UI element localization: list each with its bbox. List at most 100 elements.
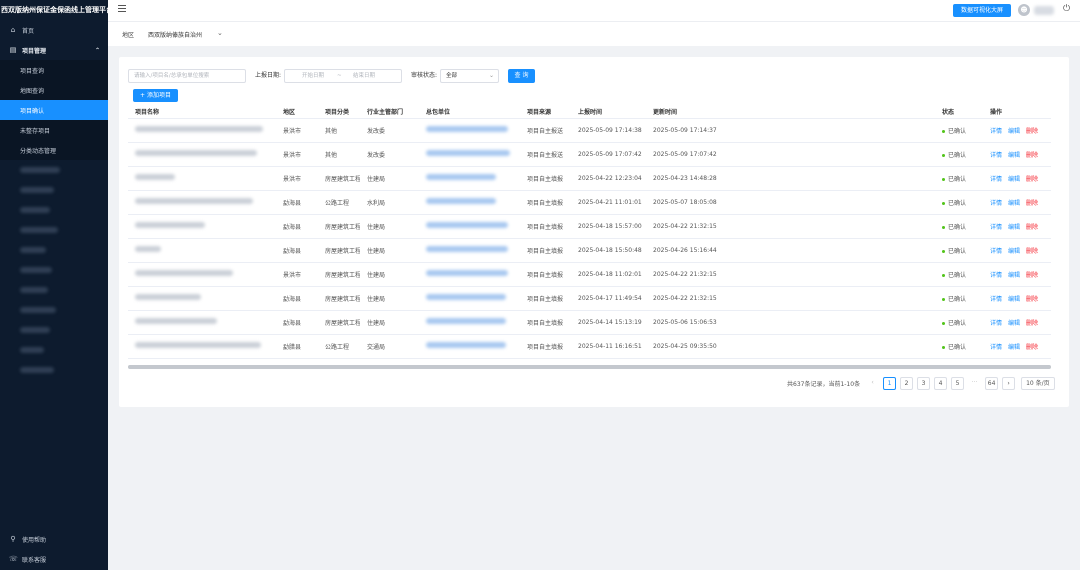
- contractor-blurred[interactable]: [419, 166, 520, 191]
- cell-category: 房屋建筑工程: [318, 166, 360, 191]
- sidebar-item-blurred[interactable]: [0, 360, 108, 380]
- delete-link[interactable]: 删除: [1026, 152, 1038, 159]
- sidebar-item-map-query[interactable]: 地图查询: [0, 80, 108, 100]
- detail-link[interactable]: 详情: [990, 176, 1002, 183]
- project-name-blurred[interactable]: [128, 334, 276, 359]
- sidebar-item-blurred[interactable]: [0, 220, 108, 240]
- status-text: 已确认: [948, 175, 967, 183]
- contractor-blurred[interactable]: [419, 118, 520, 143]
- edit-link[interactable]: 编辑: [1008, 344, 1020, 351]
- sidebar-item-blurred[interactable]: [0, 300, 108, 320]
- contractor-blurred[interactable]: [419, 334, 520, 359]
- sidebar-item-project-query[interactable]: 项目查询: [0, 60, 108, 80]
- prev-page-icon[interactable]: ‹: [866, 376, 880, 390]
- project-name-blurred[interactable]: [128, 118, 276, 143]
- page-button[interactable]: 1: [883, 376, 897, 390]
- detail-link[interactable]: 详情: [990, 224, 1002, 231]
- page-button[interactable]: 4: [934, 376, 948, 390]
- project-name-blurred[interactable]: [128, 238, 276, 263]
- page-button[interactable]: 64: [985, 376, 999, 390]
- edit-link[interactable]: 编辑: [1008, 176, 1020, 183]
- contractor-blurred[interactable]: [419, 310, 520, 335]
- next-page-icon[interactable]: ›: [1002, 376, 1016, 390]
- delete-link[interactable]: 删除: [1026, 248, 1038, 255]
- edit-link[interactable]: 编辑: [1008, 224, 1020, 231]
- status-select[interactable]: 全部 ⌄: [440, 69, 499, 83]
- horizontal-scrollbar[interactable]: [128, 365, 1051, 369]
- cell-updated-time: 2025-05-09 17:07:42: [646, 142, 935, 167]
- menu-toggle-icon[interactable]: [118, 5, 126, 13]
- project-name-blurred[interactable]: [128, 166, 276, 191]
- sidebar-item-blurred[interactable]: [0, 280, 108, 300]
- add-project-button[interactable]: + 添加项目: [133, 89, 178, 102]
- top-header: 数据可视化大屏 ☻ ⏻: [108, 0, 1080, 22]
- sidebar-item-blurred[interactable]: [0, 320, 108, 340]
- edit-link[interactable]: 编辑: [1008, 320, 1020, 327]
- contractor-blurred[interactable]: [419, 190, 520, 215]
- detail-link[interactable]: 详情: [990, 320, 1002, 327]
- project-name-blurred[interactable]: [128, 190, 276, 215]
- detail-link[interactable]: 详情: [990, 152, 1002, 159]
- sidebar-item-home[interactable]: ⌂ 首页: [0, 20, 108, 40]
- detail-link[interactable]: 详情: [990, 128, 1002, 135]
- contractor-blurred[interactable]: [419, 262, 520, 287]
- edit-link[interactable]: 编辑: [1008, 272, 1020, 279]
- detail-link[interactable]: 详情: [990, 248, 1002, 255]
- detail-link[interactable]: 详情: [990, 272, 1002, 279]
- status-text: 已确认: [948, 247, 967, 255]
- sidebar-item-blurred[interactable]: [0, 160, 108, 180]
- project-name-blurred[interactable]: [128, 262, 276, 287]
- contractor-blurred[interactable]: [419, 286, 520, 311]
- contractor-blurred[interactable]: [419, 238, 520, 263]
- project-name-blurred[interactable]: [128, 142, 276, 167]
- project-name-blurred[interactable]: [128, 286, 276, 311]
- delete-link[interactable]: 删除: [1026, 128, 1038, 135]
- date-range-picker[interactable]: 开始日期 ~ 结束日期: [284, 69, 402, 83]
- delete-link[interactable]: 删除: [1026, 176, 1038, 183]
- sidebar-item-blurred[interactable]: [0, 340, 108, 360]
- project-name-blurred[interactable]: [128, 310, 276, 335]
- edit-link[interactable]: 编辑: [1008, 248, 1020, 255]
- sidebar-item-contact[interactable]: ☏ 联系客服: [0, 549, 108, 569]
- sidebar-item-blurred[interactable]: [0, 260, 108, 280]
- contractor-blurred[interactable]: [419, 142, 520, 167]
- search-input[interactable]: 请输入/项目名/总承包单位搜索: [128, 69, 246, 83]
- user-icon[interactable]: ☻: [1018, 4, 1030, 16]
- query-button[interactable]: 查 询: [508, 69, 535, 83]
- delete-link[interactable]: 删除: [1026, 344, 1038, 351]
- project-name-blurred[interactable]: [128, 214, 276, 239]
- page-button[interactable]: 2: [900, 376, 914, 390]
- sidebar-item-category[interactable]: 分类动态管理: [0, 140, 108, 160]
- username-blurred[interactable]: [1034, 6, 1054, 15]
- detail-link[interactable]: 详情: [990, 344, 1002, 351]
- chevron-down-icon[interactable]: ⌄: [217, 29, 223, 37]
- cell-status: 已确认: [935, 262, 983, 287]
- column-header: 总包单位: [419, 105, 520, 119]
- detail-link[interactable]: 详情: [990, 200, 1002, 207]
- pagination-ellipsis[interactable]: ···: [968, 376, 982, 390]
- edit-link[interactable]: 编辑: [1008, 200, 1020, 207]
- sidebar-item-help[interactable]: ⚲ 使用帮助: [0, 529, 108, 549]
- sidebar-item-blurred[interactable]: [0, 240, 108, 260]
- contractor-blurred[interactable]: [419, 214, 520, 239]
- page-button[interactable]: 3: [917, 376, 931, 390]
- delete-link[interactable]: 删除: [1026, 272, 1038, 279]
- detail-link[interactable]: 详情: [990, 296, 1002, 303]
- data-screen-button[interactable]: 数据可视化大屏: [953, 4, 1012, 17]
- sidebar-item-project-confirm[interactable]: 项目确认: [0, 100, 108, 120]
- page-button[interactable]: 5: [951, 376, 965, 390]
- delete-link[interactable]: 删除: [1026, 296, 1038, 303]
- page-size-select[interactable]: 10 条/页: [1021, 376, 1055, 390]
- delete-link[interactable]: 删除: [1026, 224, 1038, 231]
- edit-link[interactable]: 编辑: [1008, 128, 1020, 135]
- sidebar-item-blurred[interactable]: [0, 180, 108, 200]
- region-select[interactable]: 西双版纳傣族自治州: [148, 30, 202, 39]
- delete-link[interactable]: 删除: [1026, 320, 1038, 327]
- delete-link[interactable]: 删除: [1026, 200, 1038, 207]
- edit-link[interactable]: 编辑: [1008, 296, 1020, 303]
- sidebar-item-blurred[interactable]: [0, 200, 108, 220]
- sidebar-item-unsaved[interactable]: 未整存项目: [0, 120, 108, 140]
- sidebar-group-project[interactable]: ▤ 项目管理 ⌃: [0, 40, 108, 60]
- edit-link[interactable]: 编辑: [1008, 152, 1020, 159]
- power-icon[interactable]: ⏻: [1063, 4, 1070, 14]
